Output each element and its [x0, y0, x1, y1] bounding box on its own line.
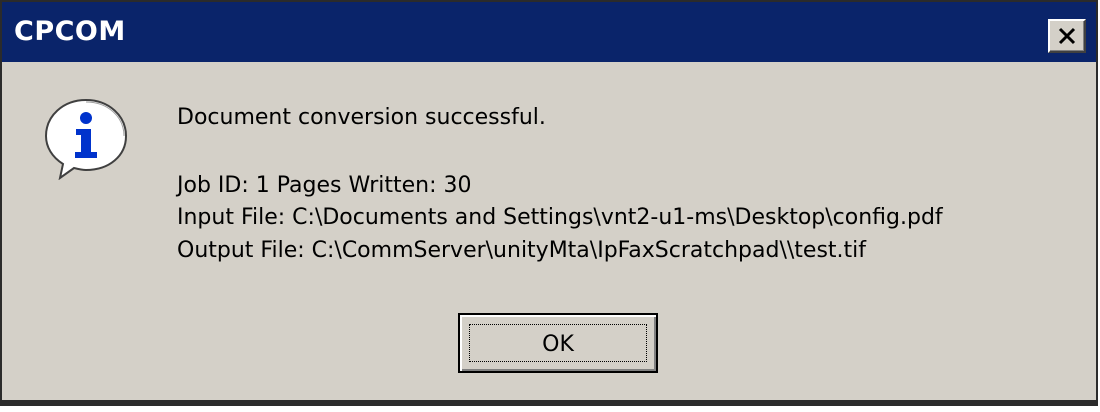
- close-button[interactable]: [1048, 19, 1086, 53]
- job-info-text: Job ID: 1 Pages Written: 30: [177, 173, 472, 198]
- ok-button[interactable]: OK: [458, 313, 658, 373]
- window-title: CPCOM: [14, 16, 126, 47]
- close-icon: [1058, 27, 1076, 45]
- info-icon: [44, 98, 128, 180]
- input-file-text: Input File: C:\Documents and Settings\vn…: [177, 205, 943, 230]
- title-bar[interactable]: CPCOM: [2, 2, 1096, 62]
- message-headline: Document conversion successful.: [177, 105, 546, 130]
- message-dialog: CPCOM Document conversion successful. Jo…: [0, 0, 1098, 406]
- ok-button-label: OK: [542, 332, 574, 357]
- output-file-text: Output File: C:\CommServer\unityMta\IpFa…: [177, 238, 867, 263]
